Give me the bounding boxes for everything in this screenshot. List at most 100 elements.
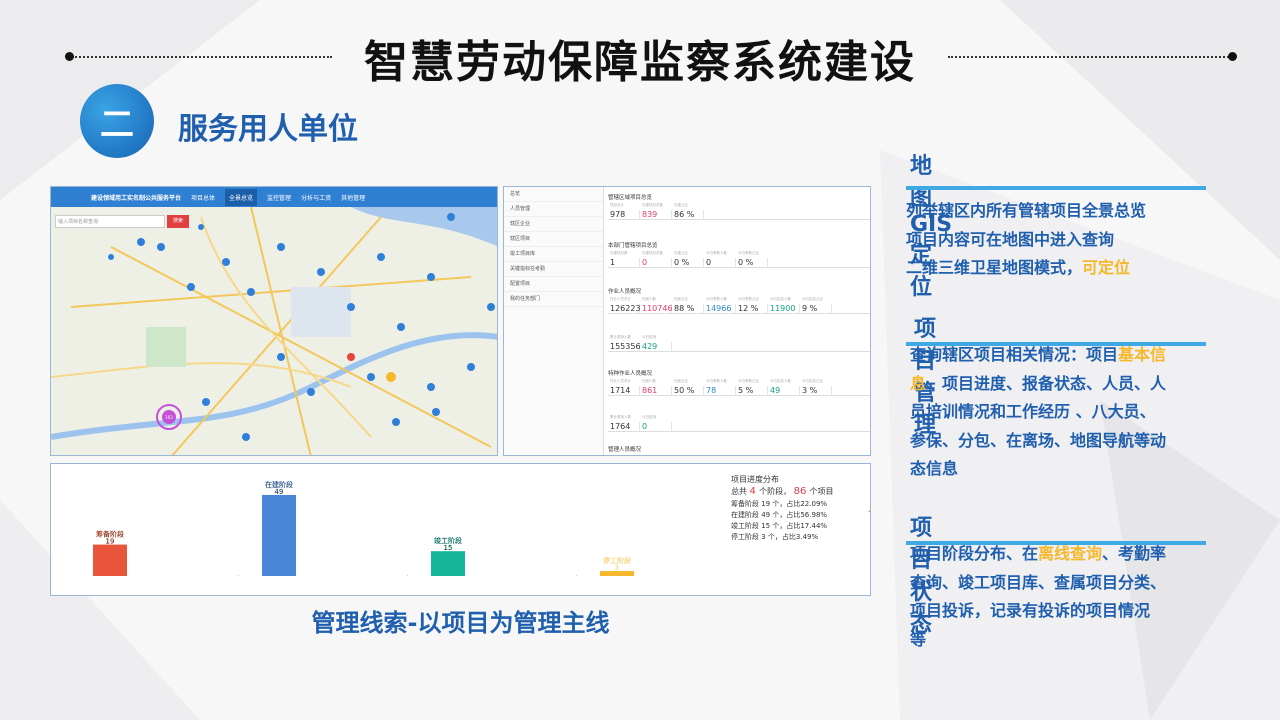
stats-cell-value: 155356 <box>610 342 641 351</box>
stats-cell-value: 1 <box>610 258 640 267</box>
nav-analysis[interactable]: 分析与工资 <box>301 193 331 202</box>
legend-line: 竣工阶段 15 个，占比17.44% <box>731 521 827 530</box>
stats-cell: 今日考勤占比 0 % <box>736 251 768 267</box>
stats-main: 管辖区域项目总览 项目总计 978 在建项目总数 839 在建占比 86 % 本部门管辖项目总… <box>608 187 870 455</box>
nav-monitor[interactable]: 监控管理 <box>267 193 291 202</box>
feature-line: 项目内容可在地图中进入查询 <box>906 229 1115 249</box>
stats-cell-label: 今日进场 <box>642 415 656 419</box>
section-title: 服务用人单位 <box>178 112 358 147</box>
nav-project-overview[interactable]: 项目总体 <box>191 193 215 202</box>
stats-section: 累计退场人数 155356 今日进场 429 <box>608 335 870 352</box>
stats-menu-item[interactable]: 人员管理 <box>504 202 603 217</box>
title-divider-left <box>72 56 332 58</box>
stats-section-title: 特种作业人员概况 <box>608 371 653 377</box>
bar-value-label: 3 <box>615 564 619 572</box>
feature-text-project-mgmt: 查询辖区项目相关情况：项目基本信 息、项目进度、报备状态、人员、人 员培训情况和… <box>910 341 1200 484</box>
legend-title: 项目进度分布 <box>731 474 779 484</box>
stats-row: 累计退场人数 155356 今日进场 429 <box>608 335 870 351</box>
stats-cell-label: 今日考勤人数 <box>706 251 727 255</box>
stats-cell-label: 在建占比 <box>674 251 688 255</box>
stats-cell-label: 今日考勤占比 <box>738 297 759 301</box>
heading-underline <box>906 186 1206 190</box>
stats-cell-value: 9 % <box>802 304 832 313</box>
stats-cell: 今日考勤人数 78 <box>704 379 736 395</box>
stats-cell-value: 110746 <box>642 304 673 313</box>
feature-line: 查询辖区项目相关情况：项目基本信 <box>910 345 1167 364</box>
stats-cell: 在建项目总数 839 <box>640 203 672 219</box>
stats-row: 在建项目数 1 在建项目总数 0 在建占比 0 % 今日考勤人数 0 今日考勤占比 0 % <box>608 251 870 267</box>
stats-cell: 累计退场人数 1764 <box>608 415 640 431</box>
stats-menu-item[interactable]: 辖区企业 <box>504 217 603 232</box>
stats-cell-value: 49 <box>770 386 800 395</box>
section-number-badge: 二 <box>80 84 154 158</box>
bar-2 <box>431 551 465 576</box>
stats-cell-label: 今日考勤人数 <box>706 297 727 301</box>
map-top-nav: 建设领域用工实名制公共服务平台 项目总体 全景总览 监控管理 分析与工资 其他管… <box>51 187 497 207</box>
stats-row: 项目总计 978 在建项目总数 839 在建占比 86 % <box>608 203 870 219</box>
divider-dot-left <box>65 52 74 61</box>
stats-cell-value: 1714 <box>610 386 640 395</box>
stats-cell-label: 今日实名占比 <box>802 379 823 383</box>
page-title: 智慧劳动保障监察系统建设 <box>364 37 916 88</box>
stats-cell: 在建占比 86 % <box>672 203 704 219</box>
feature-line: 二维三维卫星地图模式，可定位 <box>906 258 1131 277</box>
platform-title: 建设领域用工实名制公共服务平台 <box>91 194 182 202</box>
stats-cell-label: 在建项目总数 <box>642 203 663 207</box>
nav-panorama[interactable]: 全景总览 <box>225 188 258 206</box>
feature-line: 员培训情况和工作经历 、八大员、 <box>910 402 1156 421</box>
stats-cell: 在建项目总数 0 <box>640 251 672 267</box>
stats-cell-value: 429 <box>642 342 672 351</box>
stats-menu-item[interactable]: 辖区项目 <box>504 232 603 247</box>
bar-0 <box>93 544 127 576</box>
feature-line: 项目投诉，记录有投诉的项目情况 <box>910 601 1151 620</box>
stats-cell: 在册人数 110746 <box>640 297 673 313</box>
stats-section: 管辖区域项目总览 项目总计 978 在建项目总数 839 在建占比 86 % <box>608 191 870 220</box>
stats-cell-label: 今日实名人数 <box>770 297 791 301</box>
map-search-button[interactable]: 搜索 <box>167 215 189 228</box>
title-divider-right <box>948 56 1232 58</box>
stats-section: 特种作业人员概况 作业人员总计 1714 在册人数 861 在册占比 50 % 今日考勤人数 7… <box>608 367 870 396</box>
progress-chart-panel: 筹备阶段 19 在建阶段 49 · 竣工阶段 15 · 停工阶段 3 · 项目进度分布 总共 4 个阶段… <box>50 463 871 596</box>
stats-cell-value: 978 <box>610 210 640 219</box>
stats-cell-value: 126223 <box>610 304 641 313</box>
stats-cell-value: 78 <box>706 386 736 395</box>
stats-cell-value: 3 % <box>802 386 832 395</box>
stats-section: 作业人员概况 作业人员总计 126223 在册人数 110746 在册占比 88 % 今日考勤… <box>608 285 870 314</box>
stats-cell: 今日实名人数 11900 <box>768 297 800 313</box>
stats-cell-label: 作业人员总计 <box>610 379 631 383</box>
stats-cell: 项目总计 978 <box>608 203 640 219</box>
legend-up-arrow: ↑ <box>867 509 871 518</box>
stats-cell: 在建占比 0 % <box>672 251 704 267</box>
stats-cell: 作业人员总计 1714 <box>608 379 640 395</box>
stats-cell-value: 86 % <box>674 210 704 219</box>
stats-row: 作业人员总计 1714 在册人数 861 在册占比 50 % 今日考勤人数 78 今日考勤占比 5… <box>608 379 870 395</box>
stats-menu-item[interactable]: 我的任务部门 <box>504 292 603 307</box>
stats-cell-value: 0 <box>642 422 672 431</box>
stats-cell-label: 在建项目总数 <box>642 251 663 255</box>
stats-cell: 在册占比 88 % <box>672 297 704 313</box>
stats-menu-item[interactable]: 关键指标在考勤 <box>504 262 603 277</box>
axis-tick: · <box>407 573 409 579</box>
stats-cell-label: 在册人数 <box>642 379 656 383</box>
stats-cell-label: 在册占比 <box>674 297 688 301</box>
feature-line: 参保、分包、在离场、地图导航等动 <box>910 430 1167 450</box>
stats-menu-item[interactable]: 配置项目 <box>504 277 603 292</box>
stats-cell-label: 在册人数 <box>642 297 656 301</box>
stats-cell: 今日实名占比 3 % <box>800 379 832 395</box>
nav-other[interactable]: 其他管理 <box>341 193 365 202</box>
stats-cell-value: 50 % <box>674 386 704 395</box>
stats-cell: 今日考勤占比 5 % <box>736 379 768 395</box>
stats-cell-label: 在建占比 <box>674 203 688 207</box>
stats-cell-value: 1764 <box>610 422 640 431</box>
stats-row: 累计退场人数 1764 今日进场 0 <box>608 415 870 431</box>
stats-menu-item[interactable]: 竣工项目库 <box>504 247 603 262</box>
map-search-input[interactable]: 输入项目名称查询 <box>55 215 165 228</box>
bar-1 <box>262 494 296 576</box>
stats-cell-label: 今日考勤人数 <box>706 379 727 383</box>
legend-summary: 总共 4 个阶段， 86 个项目 <box>731 486 834 497</box>
bar-value-label: 19 <box>106 538 115 546</box>
stats-screenshot: 总览 人员管理 辖区企业 辖区项目 竣工项目库 关键指标在考勤 配置项目 我的任… <box>503 186 871 456</box>
stats-menu-item[interactable]: 总览 <box>504 187 603 202</box>
stats-cell: 今日实名占比 9 % <box>800 297 832 313</box>
feature-line: 查询、竣工项目库、查属项目分类、 <box>910 572 1167 592</box>
